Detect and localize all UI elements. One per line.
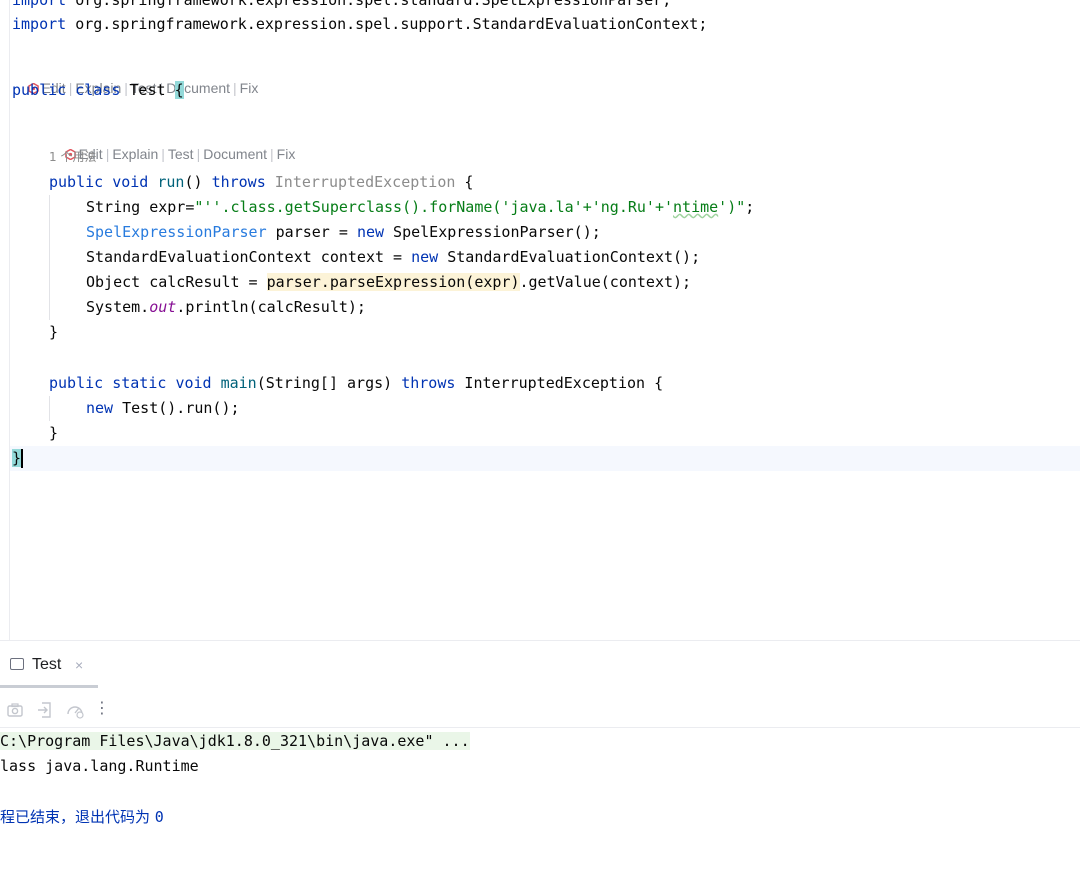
code-line-expr[interactable]: String expr="''.class.getSuperclass().fo… [86, 195, 754, 220]
export-icon[interactable] [35, 699, 57, 721]
code-line-context[interactable]: StandardEvaluationContext context = new … [86, 245, 700, 270]
run-tab-bar: Test × [0, 641, 1080, 688]
code-editor[interactable]: import org.springframework.expression.sp… [0, 0, 1080, 640]
code-line-run-decl[interactable]: public void run() throws InterruptedExce… [49, 170, 473, 195]
code-line-print[interactable]: System.out.println(calcResult); [86, 295, 366, 320]
console-icon [10, 658, 24, 670]
active-tab-indicator [0, 685, 98, 688]
close-icon[interactable]: × [75, 655, 83, 675]
code-line-class-decl[interactable]: public class Test { [12, 78, 184, 103]
run-tool-window: Test × ⋮ C:\Program Files\Java\jdk1.8.0_… [0, 640, 1080, 894]
console-command-line: C:\Program Files\Java\jdk1.8.0_321\bin\j… [0, 732, 470, 750]
console-exit-line: 程已结束，退出代码为 0 [0, 808, 164, 826]
ai-explain-link[interactable]: Explain [112, 146, 158, 162]
ai-document-link[interactable]: Document [203, 146, 267, 162]
run-toolbar: ⋮ [0, 693, 1080, 728]
gutter-border [9, 0, 10, 640]
tab-label: Test [32, 656, 62, 673]
code-line-import-2[interactable]: import org.springframework.expression.sp… [12, 12, 707, 37]
code-line-parser[interactable]: SpelExpressionParser parser = new SpelEx… [86, 220, 601, 245]
code-line-calc[interactable]: Object calcResult = parser.parseExpressi… [86, 270, 691, 295]
code-line-close-main[interactable]: } [49, 421, 58, 446]
indent-guide [49, 195, 50, 320]
camera-icon[interactable] [4, 699, 26, 721]
usage-count-hint[interactable]: 1 个用法 [49, 148, 96, 166]
code-line-new-test[interactable]: new Test().run(); [86, 396, 240, 421]
more-options-icon[interactable]: ⋮ [94, 697, 110, 719]
ai-fix-link[interactable]: Fix [240, 80, 259, 96]
typo-underline: ntime [673, 198, 719, 216]
warning-highlight: parser.parseExpression(expr) [266, 273, 520, 291]
text-caret [21, 449, 23, 468]
gauge-icon[interactable] [64, 699, 86, 721]
indent-guide [49, 396, 50, 421]
console-output-line: lass java.lang.Runtime [0, 757, 199, 775]
ai-test-link[interactable]: Test [168, 146, 194, 162]
matched-brace: } [12, 449, 22, 467]
ai-actions-hint-class: Edit | Explain | Test | Document | Fix [12, 58, 258, 96]
code-line-close-class[interactable]: } [12, 446, 22, 471]
code-line-close-run[interactable]: } [49, 320, 58, 345]
current-line-highlight [10, 446, 1080, 471]
tab-test[interactable]: Test × [0, 641, 98, 688]
ai-actions-hint-run: Edit | Explain | Test | Document | Fix [49, 124, 295, 162]
ai-fix-link[interactable]: Fix [277, 146, 296, 162]
code-line-main-decl[interactable]: public static void main(String[] args) t… [49, 371, 663, 396]
matched-brace: { [174, 81, 184, 99]
